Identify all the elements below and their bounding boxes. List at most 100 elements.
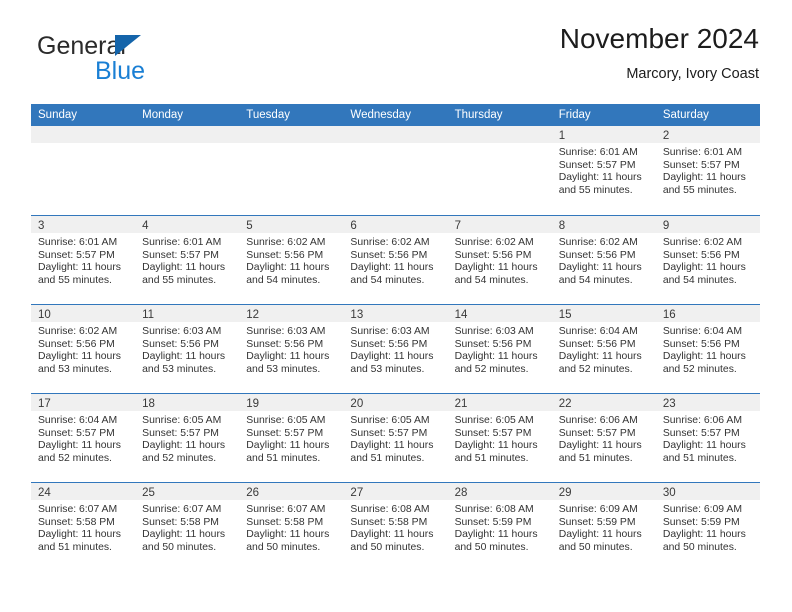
calendar-grid: Sunday Monday Tuesday Wednesday Thursday Frid… bbox=[31, 104, 760, 571]
title-block: November 2024 Marcory, Ivory Coast bbox=[560, 22, 759, 83]
sunset-text: Sunset: 5:57 PM bbox=[38, 249, 115, 261]
sunrise-text: Sunrise: 6:02 AM bbox=[246, 237, 326, 248]
day-cell-empty bbox=[447, 126, 552, 215]
daylight-text-line1: Daylight: 11 hours bbox=[454, 529, 538, 541]
day-details bbox=[31, 143, 135, 147]
daylight-text-line2: and 51 minutes. bbox=[454, 452, 529, 464]
day-number: 2 bbox=[662, 130, 670, 142]
day-cell-10[interactable]: 10 Sunrise: 6:02 AM Sunset: 5:56 PM Dayligh… bbox=[31, 305, 136, 393]
sunset-text: Sunset: 5:59 PM bbox=[454, 516, 532, 528]
calendar-weeks: 1 Sunrise: 6:01 AM Sunset: 5:57 PM Daylight… bbox=[31, 126, 760, 571]
day-details: Sunrise: 6:02 AM Sunset: 5:56 PM Daylight:… bbox=[448, 233, 552, 287]
day-cell-29[interactable]: 29 Sunrise: 6:09 AM Sunset: 5:59 PM Dayligh… bbox=[551, 483, 656, 571]
sunrise-text: Sunrise: 6:02 AM bbox=[558, 237, 638, 248]
day-number: 28 bbox=[454, 487, 468, 499]
day-number-band bbox=[135, 126, 240, 143]
day-details: Sunrise: 6:02 AM Sunset: 5:56 PM Daylight:… bbox=[239, 233, 343, 287]
sunrise-text: Sunrise: 6:06 AM bbox=[662, 415, 742, 426]
day-cell-empty bbox=[239, 126, 344, 215]
daylight-text-line2: and 53 minutes. bbox=[38, 363, 112, 375]
day-details bbox=[239, 143, 343, 147]
day-cell-25[interactable]: 25 Sunrise: 6:07 AM Sunset: 5:58 PM Dayligh… bbox=[135, 483, 240, 571]
day-cell-7[interactable]: 7 Sunrise: 6:02 AM Sunset: 5:56 PM Daylight… bbox=[447, 216, 552, 304]
daylight-text-line1: Daylight: 11 hours bbox=[454, 262, 538, 274]
daylight-text-line2: and 52 minutes. bbox=[38, 452, 112, 464]
day-details: Sunrise: 6:04 AM Sunset: 5:56 PM Daylight:… bbox=[656, 322, 760, 376]
day-cell-12[interactable]: 12 Sunrise: 6:03 AM Sunset: 5:56 PM Dayligh… bbox=[239, 305, 344, 393]
day-number: 19 bbox=[246, 398, 260, 410]
sunset-text: Sunset: 5:57 PM bbox=[246, 427, 324, 439]
day-cell-13[interactable]: 13 Sunrise: 6:03 AM Sunset: 5:56 PM Dayligh… bbox=[343, 305, 448, 393]
day-cell-28[interactable]: 28 Sunrise: 6:08 AM Sunset: 5:59 PM Dayligh… bbox=[447, 483, 552, 571]
day-cell-14[interactable]: 14 Sunrise: 6:03 AM Sunset: 5:56 PM Dayligh… bbox=[447, 305, 552, 393]
day-cell-9[interactable]: 9 Sunrise: 6:02 AM Sunset: 5:56 PM Daylight… bbox=[655, 216, 760, 304]
sunrise-text: Sunrise: 6:05 AM bbox=[246, 415, 326, 426]
day-cell-20[interactable]: 20 Sunrise: 6:05 AM Sunset: 5:57 PM Dayligh… bbox=[343, 394, 448, 482]
day-cell-24[interactable]: 24 Sunrise: 6:07 AM Sunset: 5:58 PM Dayligh… bbox=[31, 483, 136, 571]
day-cell-11[interactable]: 11 Sunrise: 6:03 AM Sunset: 5:56 PM Dayligh… bbox=[135, 305, 240, 393]
day-number: 8 bbox=[558, 220, 566, 232]
day-cell-1[interactable]: 1 Sunrise: 6:01 AM Sunset: 5:57 PM Daylight… bbox=[551, 126, 656, 215]
day-cell-19[interactable]: 19 Sunrise: 6:05 AM Sunset: 5:57 PM Dayligh… bbox=[239, 394, 344, 482]
page-subtitle: Marcory, Ivory Coast bbox=[626, 66, 759, 82]
weekday-header-sunday: Sunday bbox=[38, 109, 78, 121]
calendar-week-row: 10 Sunrise: 6:02 AM Sunset: 5:56 PM Dayligh… bbox=[31, 304, 760, 393]
day-number-band: 12 bbox=[239, 305, 344, 322]
sunset-text: Sunset: 5:58 PM bbox=[246, 516, 324, 528]
sunset-text: Sunset: 5:57 PM bbox=[454, 427, 532, 439]
sunrise-text: Sunrise: 6:09 AM bbox=[662, 504, 742, 515]
day-number-band: 8 bbox=[551, 216, 656, 233]
day-cell-15[interactable]: 15 Sunrise: 6:04 AM Sunset: 5:56 PM Dayligh… bbox=[551, 305, 656, 393]
day-details: Sunrise: 6:09 AM Sunset: 5:59 PM Daylight:… bbox=[656, 500, 760, 554]
weekday-header-wednesday: Wednesday bbox=[350, 109, 411, 121]
day-number-band bbox=[343, 126, 448, 143]
page-title: November 2024 bbox=[559, 23, 759, 54]
day-cell-30[interactable]: 30 Sunrise: 6:09 AM Sunset: 5:59 PM Dayligh… bbox=[655, 483, 760, 571]
sunrise-text: Sunrise: 6:03 AM bbox=[454, 326, 534, 337]
daylight-text-line2: and 54 minutes. bbox=[246, 274, 321, 286]
sunset-text: Sunset: 5:57 PM bbox=[662, 427, 740, 439]
day-number: 4 bbox=[142, 220, 149, 232]
day-cell-18[interactable]: 18 Sunrise: 6:05 AM Sunset: 5:57 PM Dayligh… bbox=[135, 394, 240, 482]
day-cell-27[interactable]: 27 Sunrise: 6:08 AM Sunset: 5:58 PM Dayligh… bbox=[343, 483, 448, 571]
day-number-band: 11 bbox=[135, 305, 240, 322]
day-cell-21[interactable]: 21 Sunrise: 6:05 AM Sunset: 5:57 PM Dayligh… bbox=[447, 394, 552, 482]
logo-text-blue: Blue bbox=[95, 57, 146, 85]
sunrise-text: Sunrise: 6:05 AM bbox=[454, 415, 534, 426]
weekday-header-monday: Monday bbox=[142, 109, 184, 121]
day-details: Sunrise: 6:07 AM Sunset: 5:58 PM Daylight:… bbox=[239, 500, 343, 554]
daylight-text-line1: Daylight: 11 hours bbox=[662, 262, 746, 274]
sunset-text: Sunset: 5:59 PM bbox=[662, 516, 740, 528]
day-cell-16[interactable]: 16 Sunrise: 6:04 AM Sunset: 5:56 PM Dayligh… bbox=[655, 305, 760, 393]
day-cell-26[interactable]: 26 Sunrise: 6:07 AM Sunset: 5:58 PM Dayligh… bbox=[239, 483, 344, 571]
sunrise-text: Sunrise: 6:02 AM bbox=[662, 237, 742, 248]
day-number: 3 bbox=[38, 220, 45, 232]
day-cell-4[interactable]: 4 Sunrise: 6:01 AM Sunset: 5:57 PM Daylight… bbox=[135, 216, 240, 304]
day-cell-empty bbox=[31, 126, 136, 215]
calendar-week-row: 24 Sunrise: 6:07 AM Sunset: 5:58 PM Dayligh… bbox=[31, 482, 760, 571]
daylight-text-line1: Daylight: 11 hours bbox=[558, 351, 642, 363]
day-cell-2[interactable]: 2 Sunrise: 6:01 AM Sunset: 5:57 PM Daylight… bbox=[655, 126, 760, 215]
day-number: 15 bbox=[558, 309, 572, 321]
day-cell-22[interactable]: 22 Sunrise: 6:06 AM Sunset: 5:57 PM Dayligh… bbox=[551, 394, 656, 482]
daylight-text-line1: Daylight: 11 hours bbox=[454, 351, 538, 363]
day-number: 10 bbox=[38, 309, 51, 321]
day-number-band: 9 bbox=[655, 216, 760, 233]
day-number-band: 6 bbox=[343, 216, 448, 233]
daylight-text-line1: Daylight: 11 hours bbox=[38, 440, 121, 452]
day-details: Sunrise: 6:08 AM Sunset: 5:59 PM Daylight:… bbox=[448, 500, 552, 554]
day-cell-23[interactable]: 23 Sunrise: 6:06 AM Sunset: 5:57 PM Dayligh… bbox=[655, 394, 760, 482]
generalblue-logo[interactable]: General Blue bbox=[37, 32, 217, 85]
day-cell-6[interactable]: 6 Sunrise: 6:02 AM Sunset: 5:56 PM Daylight… bbox=[343, 216, 448, 304]
daylight-text-line2: and 53 minutes. bbox=[350, 363, 425, 375]
day-number-band: 27 bbox=[343, 483, 448, 500]
day-number-band: 19 bbox=[239, 394, 344, 411]
day-cell-3[interactable]: 3 Sunrise: 6:01 AM Sunset: 5:57 PM Daylight… bbox=[31, 216, 136, 304]
day-number-band: 29 bbox=[551, 483, 656, 500]
day-number: 7 bbox=[454, 220, 461, 232]
day-cell-5[interactable]: 5 Sunrise: 6:02 AM Sunset: 5:56 PM Daylight… bbox=[239, 216, 344, 304]
daylight-text-line2: and 51 minutes. bbox=[662, 452, 737, 464]
day-cell-8[interactable]: 8 Sunrise: 6:02 AM Sunset: 5:56 PM Daylight… bbox=[551, 216, 656, 304]
sunrise-text: Sunrise: 6:04 AM bbox=[558, 326, 638, 337]
day-cell-17[interactable]: 17 Sunrise: 6:04 AM Sunset: 5:57 PM Dayligh… bbox=[31, 394, 136, 482]
